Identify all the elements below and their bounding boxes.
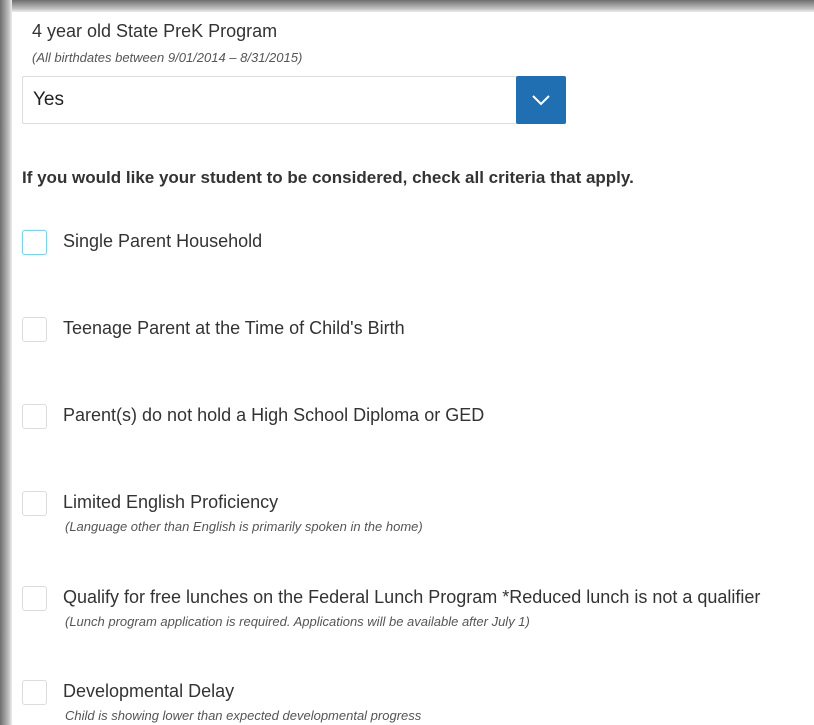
- free-lunch-hint: (Lunch program application is required. …: [65, 614, 530, 629]
- developmental-delay-label: Developmental Delay: [63, 681, 235, 701]
- program-field-hint: (All birthdates between 9/01/2014 – 8/31…: [32, 50, 303, 65]
- window-frame-left: [0, 0, 12, 725]
- developmental-delay-checkbox[interactable]: [22, 680, 47, 705]
- criteria-option-single-parent[interactable]: Single Parent Household: [22, 230, 814, 290]
- free-lunch-label: Qualify for free lunches on the Federal …: [63, 587, 761, 607]
- form-panel: 4 year old State PreK Program (All birth…: [12, 12, 814, 725]
- criteria-option-no-diploma[interactable]: Parent(s) do not hold a High School Dipl…: [22, 404, 814, 464]
- limited-english-hint: (Language other than English is primaril…: [65, 519, 423, 534]
- no-diploma-label: Parent(s) do not hold a High School Dipl…: [63, 405, 485, 425]
- teenage-parent-label: Teenage Parent at the Time of Child's Bi…: [63, 318, 405, 338]
- window-frame-top: [0, 0, 814, 12]
- limited-english-checkbox[interactable]: [22, 491, 47, 516]
- criteria-option-teenage-parent[interactable]: Teenage Parent at the Time of Child's Bi…: [22, 317, 814, 377]
- criteria-instructions: If you would like your student to be con…: [22, 168, 634, 187]
- single-parent-checkbox[interactable]: [22, 230, 47, 255]
- criteria-option-limited-english[interactable]: Limited English Proficiency (Language ot…: [22, 491, 814, 551]
- program-select-toggle-button[interactable]: [516, 76, 566, 124]
- criteria-option-free-lunch[interactable]: Qualify for free lunches on the Federal …: [22, 586, 814, 646]
- no-diploma-checkbox[interactable]: [22, 404, 47, 429]
- program-field-label: 4 year old State PreK Program: [32, 21, 278, 41]
- single-parent-label: Single Parent Household: [63, 231, 263, 251]
- program-select-value: Yes: [33, 89, 64, 110]
- teenage-parent-checkbox[interactable]: [22, 317, 47, 342]
- program-select[interactable]: Yes: [22, 76, 566, 124]
- limited-english-label: Limited English Proficiency: [63, 492, 279, 512]
- developmental-delay-hint: Child is showing lower than expected dev…: [65, 708, 422, 723]
- criteria-option-developmental-delay[interactable]: Developmental Delay Child is showing low…: [22, 680, 814, 725]
- free-lunch-checkbox[interactable]: [22, 586, 47, 611]
- chevron-down-icon: [532, 95, 550, 106]
